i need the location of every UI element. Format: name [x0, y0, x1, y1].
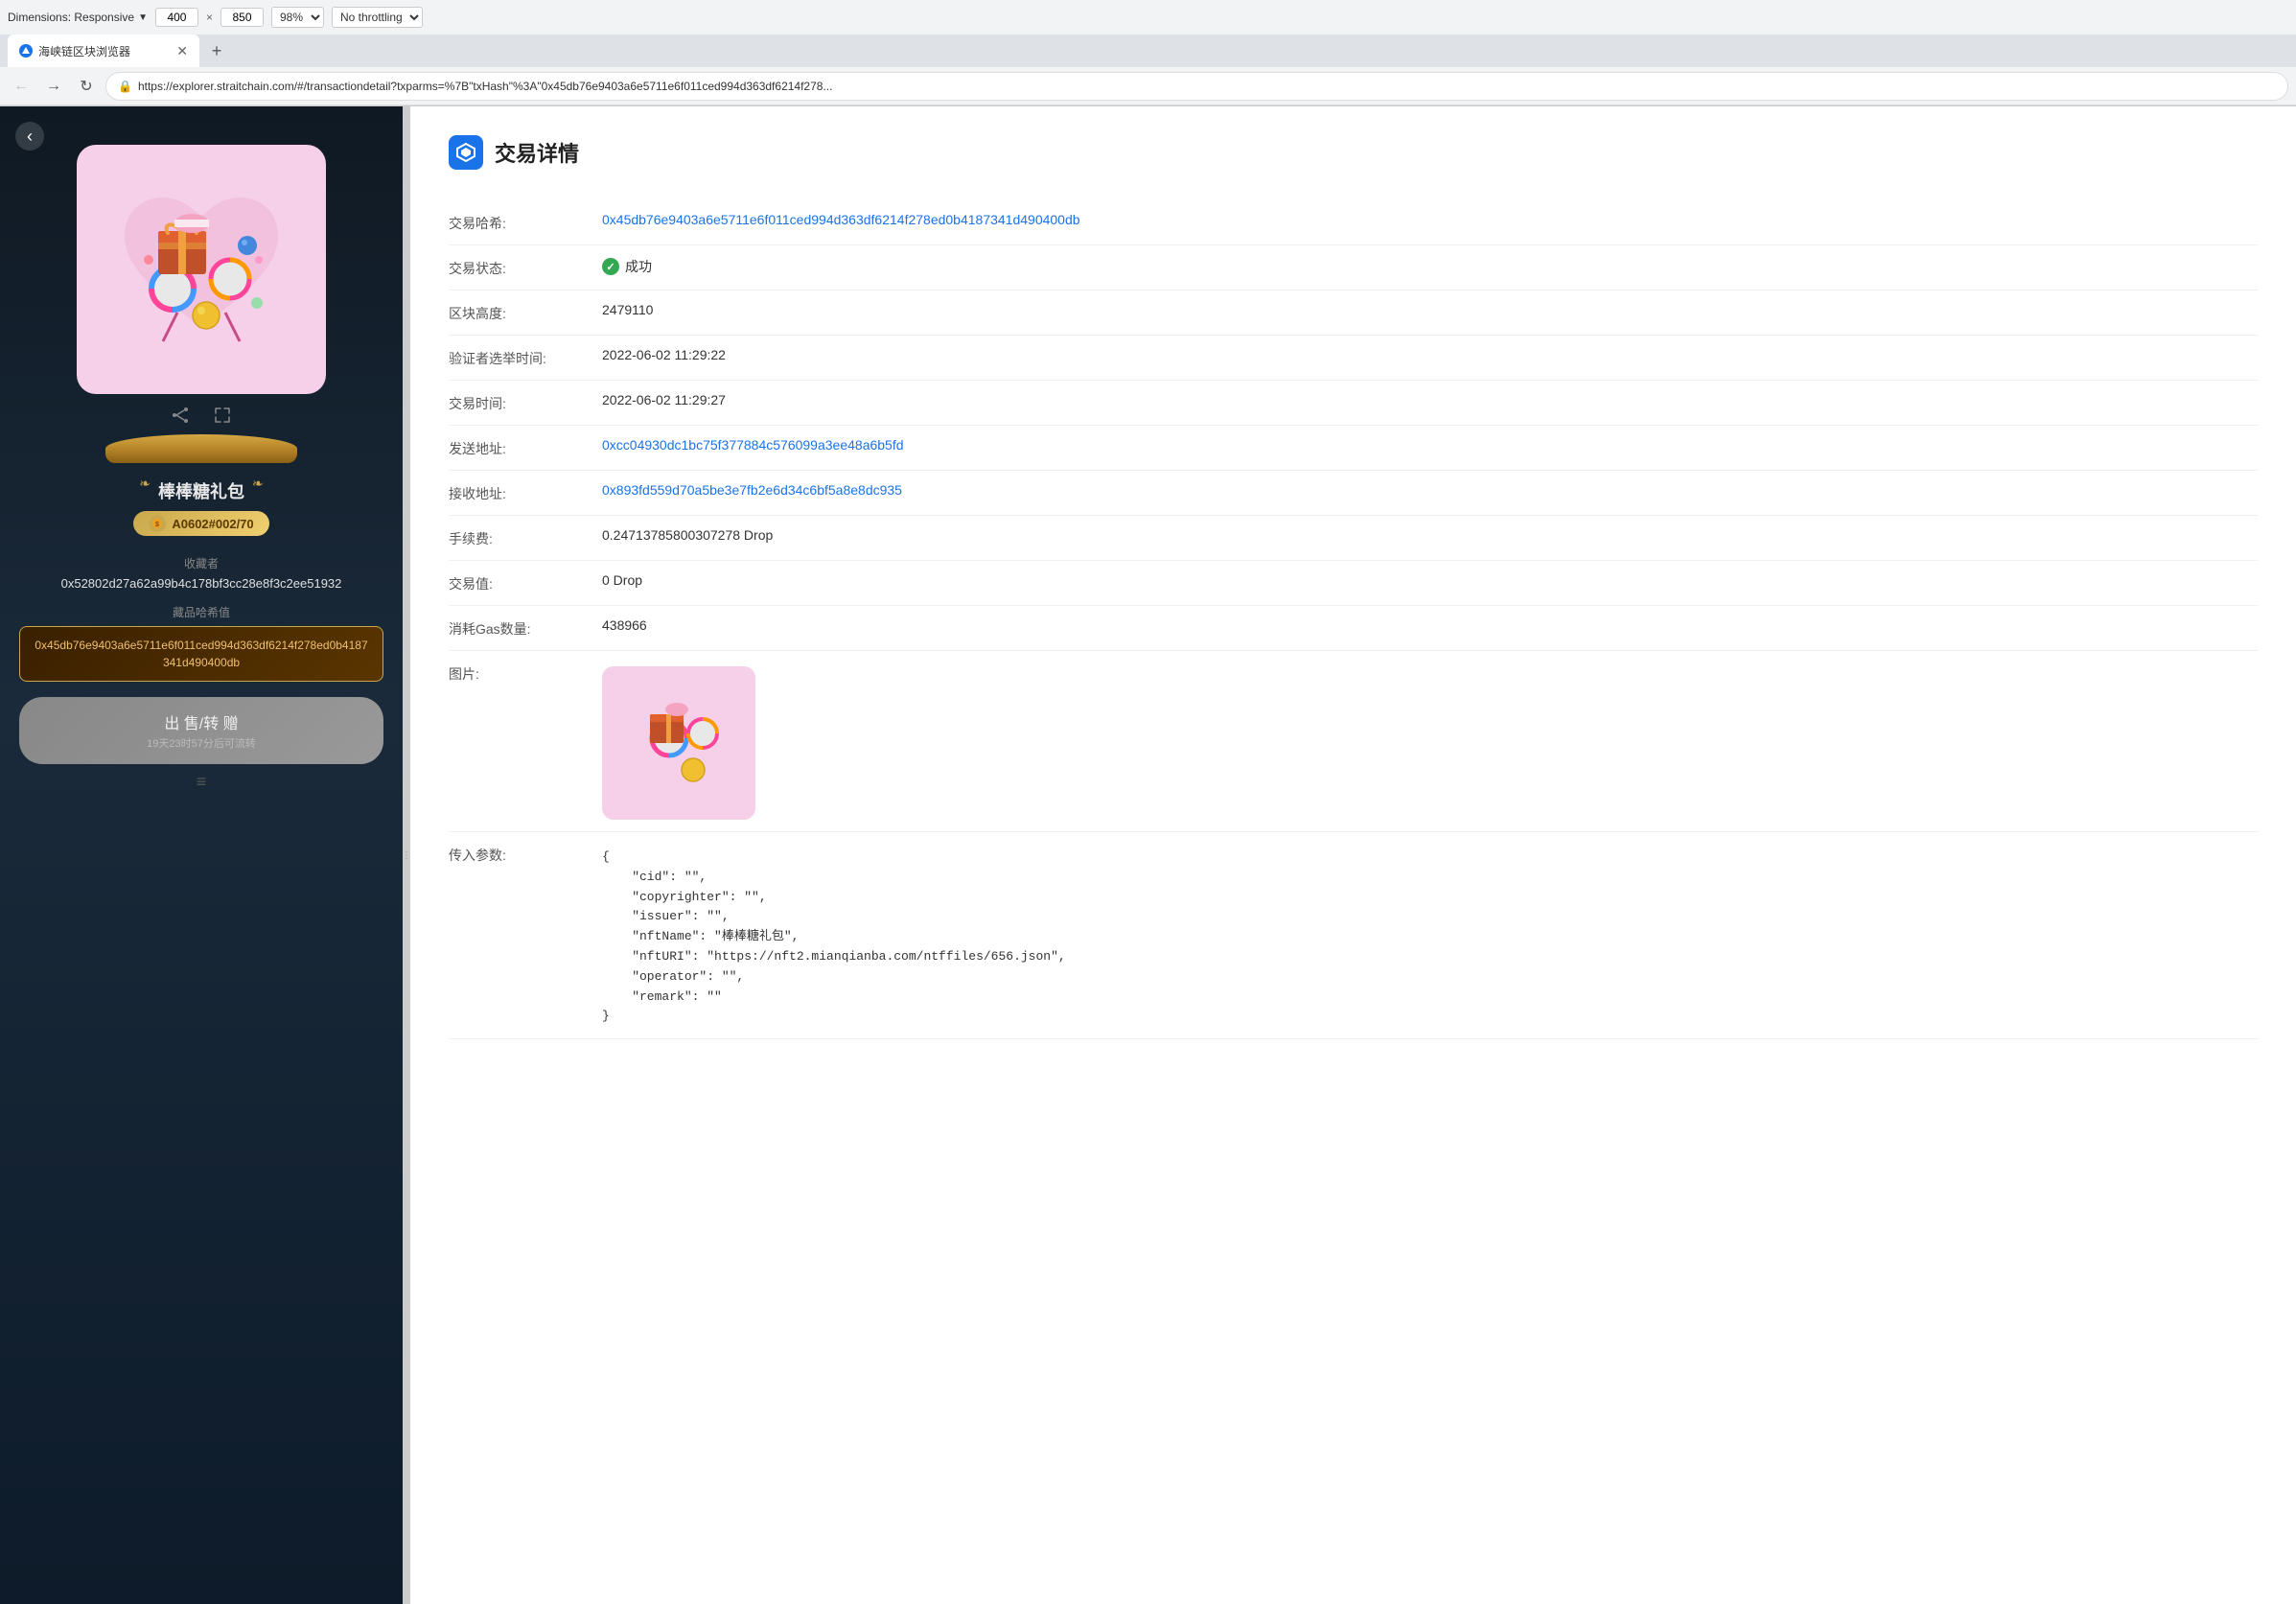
field-label: 验证者选举时间: — [449, 347, 602, 368]
panel-divider: ≡ — [197, 772, 207, 792]
table-row: 交易状态: 成功 — [449, 245, 2258, 291]
height-input[interactable] — [220, 8, 264, 27]
tx-hash-value[interactable]: 0x45db76e9403a6e5711e6f011ced994d363df62… — [602, 212, 2258, 227]
input-params-value: { "cid": "", "copyrighter": "", "issuer"… — [602, 844, 2258, 1027]
browser-tab[interactable]: 海峡链区块浏览器 ✕ — [8, 35, 199, 67]
sell-button-subtext: 19天23时57分后可流转 — [33, 735, 370, 751]
tab-bar: 海峡链区块浏览器 ✕ + — [0, 35, 2296, 67]
field-label: 消耗Gas数量: — [449, 617, 602, 639]
table-row: 图片: — [449, 651, 2258, 832]
chevron-down-icon: ▼ — [138, 12, 148, 23]
nft-name-row: ❧ 棒棒糖礼包 ❧ — [139, 463, 263, 503]
right-laurel-icon: ❧ — [252, 476, 264, 492]
badge-coin-icon: $ — [149, 515, 166, 532]
status-success-indicator: 成功 — [602, 257, 2258, 276]
lock-icon: 🔒 — [118, 80, 132, 93]
tab-favicon — [19, 44, 33, 58]
new-tab-button[interactable]: + — [203, 37, 230, 64]
table-row: 验证者选举时间: 2022-06-02 11:29:22 — [449, 336, 2258, 381]
hash-value-box: 0x45db76e9403a6e5711e6f011ced994d363df62… — [19, 626, 383, 682]
dimension-separator: × — [206, 11, 213, 24]
browser-chrome: Dimensions: Responsive ▼ × 98% No thrott… — [0, 0, 2296, 106]
collector-address: 0x52802d27a62a99b4c178bf3cc28e8f3c2ee519… — [61, 575, 342, 593]
page-header: 交易详情 — [449, 135, 2258, 170]
collector-section: 收藏者 0x52802d27a62a99b4c178bf3cc28e8f3c2e… — [61, 555, 342, 593]
from-address-value[interactable]: 0xcc04930dc1bc75f377884c576099a3ee48a6b5… — [602, 437, 2258, 453]
nft-image-field — [602, 663, 2258, 820]
action-icons-row — [171, 406, 232, 430]
nft-badge: $ A0602#002/70 — [133, 511, 268, 536]
status-text: 成功 — [625, 257, 652, 276]
hash-label: 藏品哈希值 — [173, 604, 230, 620]
table-row: 接收地址: 0x893fd559d70a5be3e7fb2e6d34c6bf5a… — [449, 471, 2258, 516]
throttle-selector[interactable]: No throttling — [332, 7, 423, 28]
field-label: 交易状态: — [449, 257, 602, 278]
main-layout: ‹ — [0, 106, 2296, 1604]
share-icon[interactable] — [171, 406, 190, 430]
field-label: 发送地址: — [449, 437, 602, 458]
nft-name: 棒棒糖礼包 — [158, 478, 244, 503]
validator-time-value: 2022-06-02 11:29:22 — [602, 347, 2258, 362]
gas-used-value: 438966 — [602, 617, 2258, 633]
table-row: 区块高度: 2479110 — [449, 291, 2258, 336]
nft-image-preview — [602, 666, 755, 820]
badge-text: A0602#002/70 — [172, 517, 253, 531]
nft-card-container — [77, 145, 326, 394]
field-label: 手续费: — [449, 527, 602, 548]
to-address-value[interactable]: 0x893fd559d70a5be3e7fb2e6d34c6bf5a8e8dc9… — [602, 482, 2258, 498]
url-display: https://explorer.straitchain.com/#/trans… — [138, 80, 2276, 93]
tab-title: 海峡链区块浏览器 — [38, 43, 130, 59]
field-label: 交易时间: — [449, 392, 602, 413]
field-label: 传入参数: — [449, 844, 602, 865]
devtools-toolbar: Dimensions: Responsive ▼ × 98% No thrott… — [0, 0, 2296, 35]
table-row: 手续费: 0.24713785800307278 Drop — [449, 516, 2258, 561]
table-row: 交易值: 0 Drop — [449, 561, 2258, 606]
table-row: 交易时间: 2022-06-02 11:29:27 — [449, 381, 2258, 426]
table-row: 交易哈希: 0x45db76e9403a6e5711e6f011ced994d3… — [449, 200, 2258, 245]
field-label: 区块高度: — [449, 302, 602, 323]
field-label: 交易哈希: — [449, 212, 602, 233]
back-nav-button[interactable]: ← — [8, 73, 35, 100]
address-bar[interactable]: 🔒 https://explorer.straitchain.com/#/tra… — [105, 72, 2288, 101]
refresh-button[interactable]: ↻ — [73, 73, 100, 100]
field-label: 接收地址: — [449, 482, 602, 503]
field-label: 交易值: — [449, 572, 602, 593]
resize-handle[interactable]: ⋮ — [403, 106, 410, 1604]
sell-transfer-button[interactable]: 出 售/转 赠 19天23时57分后可流转 — [19, 697, 383, 764]
responsive-selector: Dimensions: Responsive ▼ — [8, 11, 148, 24]
field-label: 图片: — [449, 663, 602, 684]
collector-label: 收藏者 — [61, 555, 342, 571]
sell-button-text: 出 售/转 赠 — [33, 710, 370, 733]
hash-text: 0x45db76e9403a6e5711e6f011ced994d363df62… — [34, 637, 369, 671]
back-button[interactable]: ‹ — [15, 122, 44, 151]
tx-value: 0 Drop — [602, 572, 2258, 588]
tab-close-button[interactable]: ✕ — [176, 43, 188, 59]
nft-preview-artwork — [621, 686, 736, 801]
fee-value: 0.24713785800307278 Drop — [602, 527, 2258, 543]
blockchain-explorer-panel: 交易详情 交易哈希: 0x45db76e9403a6e5711e6f011ced… — [410, 106, 2296, 1604]
table-row: 传入参数: { "cid": "", "copyrighter": "", "i… — [449, 832, 2258, 1039]
left-laurel-icon: ❧ — [139, 476, 151, 492]
straitchain-icon — [449, 135, 483, 170]
nft-artwork — [105, 174, 297, 365]
transaction-detail-table: 交易哈希: 0x45db76e9403a6e5711e6f011ced994d3… — [449, 200, 2258, 1039]
zoom-selector[interactable]: 98% — [271, 7, 324, 28]
page-title: 交易详情 — [495, 137, 579, 168]
mobile-app-panel: ‹ — [0, 106, 403, 1604]
json-params: { "cid": "", "copyrighter": "", "issuer"… — [602, 848, 2258, 1027]
expand-icon[interactable] — [213, 406, 232, 430]
mobile-app-inner: ‹ — [0, 106, 403, 1604]
width-input[interactable] — [155, 8, 198, 27]
forward-nav-button[interactable]: → — [40, 73, 67, 100]
block-height-value: 2479110 — [602, 302, 2258, 317]
responsive-label: Dimensions: Responsive — [8, 11, 134, 24]
table-row: 发送地址: 0xcc04930dc1bc75f377884c576099a3ee… — [449, 426, 2258, 471]
tx-status-value: 成功 — [602, 257, 2258, 276]
navigation-bar: ← → ↻ 🔒 https://explorer.straitchain.com… — [0, 67, 2296, 105]
nft-pedestal — [105, 434, 297, 463]
table-row: 消耗Gas数量: 438966 — [449, 606, 2258, 651]
tx-time-value: 2022-06-02 11:29:27 — [602, 392, 2258, 407]
svg-text:$: $ — [155, 522, 159, 528]
status-dot-icon — [602, 258, 619, 275]
